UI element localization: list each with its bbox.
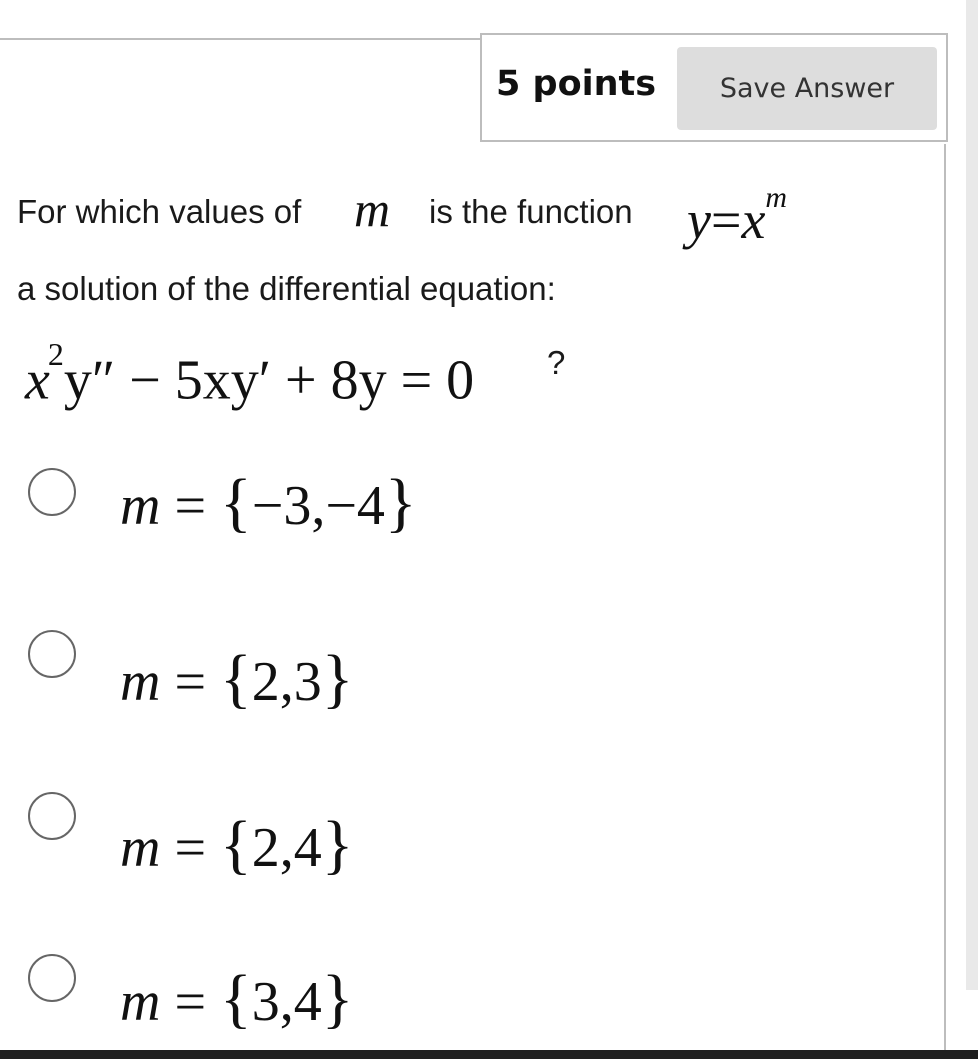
- option-3-values: 2,4: [251, 817, 322, 879]
- option-3-variable: m: [120, 817, 161, 879]
- option-1-expression: m = {−3,−4}: [120, 466, 417, 539]
- save-answer-button[interactable]: Save Answer: [677, 47, 937, 130]
- radio-unselected-icon[interactable]: [28, 792, 76, 840]
- bottom-bar: [0, 1050, 978, 1059]
- option-2-equals: =: [160, 651, 221, 713]
- equation-x: x: [25, 349, 50, 412]
- equation-exponent: 2: [47, 336, 64, 372]
- answer-option-2[interactable]: m = {2,3}: [24, 630, 584, 720]
- question-text-b: is the function: [429, 193, 633, 230]
- answer-option-1[interactable]: m = {−3,−4}: [24, 468, 584, 558]
- scrollbar-track[interactable]: [966, 0, 978, 990]
- top-divider: [0, 38, 482, 40]
- equation-rest: y″ − 5xy′ + 8y = 0: [63, 349, 475, 412]
- option-2-values: 2,3: [251, 651, 322, 713]
- answer-option-4[interactable]: m = {3,4}: [24, 954, 584, 1044]
- quiz-page: 5 points Save Answer For which values of…: [0, 0, 978, 1059]
- function-exponent: m: [765, 181, 788, 214]
- option-2-variable: m: [120, 651, 161, 713]
- function-equals: =: [710, 190, 742, 250]
- points-label: 5 points: [496, 64, 657, 104]
- question-line-2: a solution of the differential equation:: [17, 270, 556, 307]
- option-1-values: −3,−4: [251, 475, 385, 537]
- option-4-expression: m = {3,4}: [120, 962, 354, 1035]
- question-header: 5 points Save Answer: [480, 33, 948, 142]
- option-4-values: 3,4: [251, 971, 322, 1033]
- option-3-expression: m = {2,4}: [120, 808, 354, 881]
- option-4-equals: =: [160, 971, 221, 1033]
- function-base: x: [741, 190, 766, 250]
- option-4-variable: m: [120, 971, 161, 1033]
- differential-equation: x2y″ − 5xy′ + 8y = 0: [25, 333, 474, 416]
- radio-unselected-icon[interactable]: [28, 954, 76, 1002]
- option-1-equals: =: [160, 475, 221, 537]
- question-mark: ?: [547, 344, 566, 381]
- option-3-equals: =: [160, 817, 221, 879]
- right-divider: [944, 144, 946, 1050]
- question-text-a: For which values of: [17, 193, 302, 230]
- function-lhs: y: [687, 190, 711, 250]
- radio-unselected-icon[interactable]: [28, 468, 76, 516]
- question-variable-m: m: [354, 181, 391, 237]
- radio-unselected-icon[interactable]: [28, 630, 76, 678]
- option-2-expression: m = {2,3}: [120, 642, 354, 715]
- function-expression: y=xm: [687, 180, 787, 250]
- answer-option-3[interactable]: m = {2,4}: [24, 792, 584, 882]
- option-1-variable: m: [120, 475, 161, 537]
